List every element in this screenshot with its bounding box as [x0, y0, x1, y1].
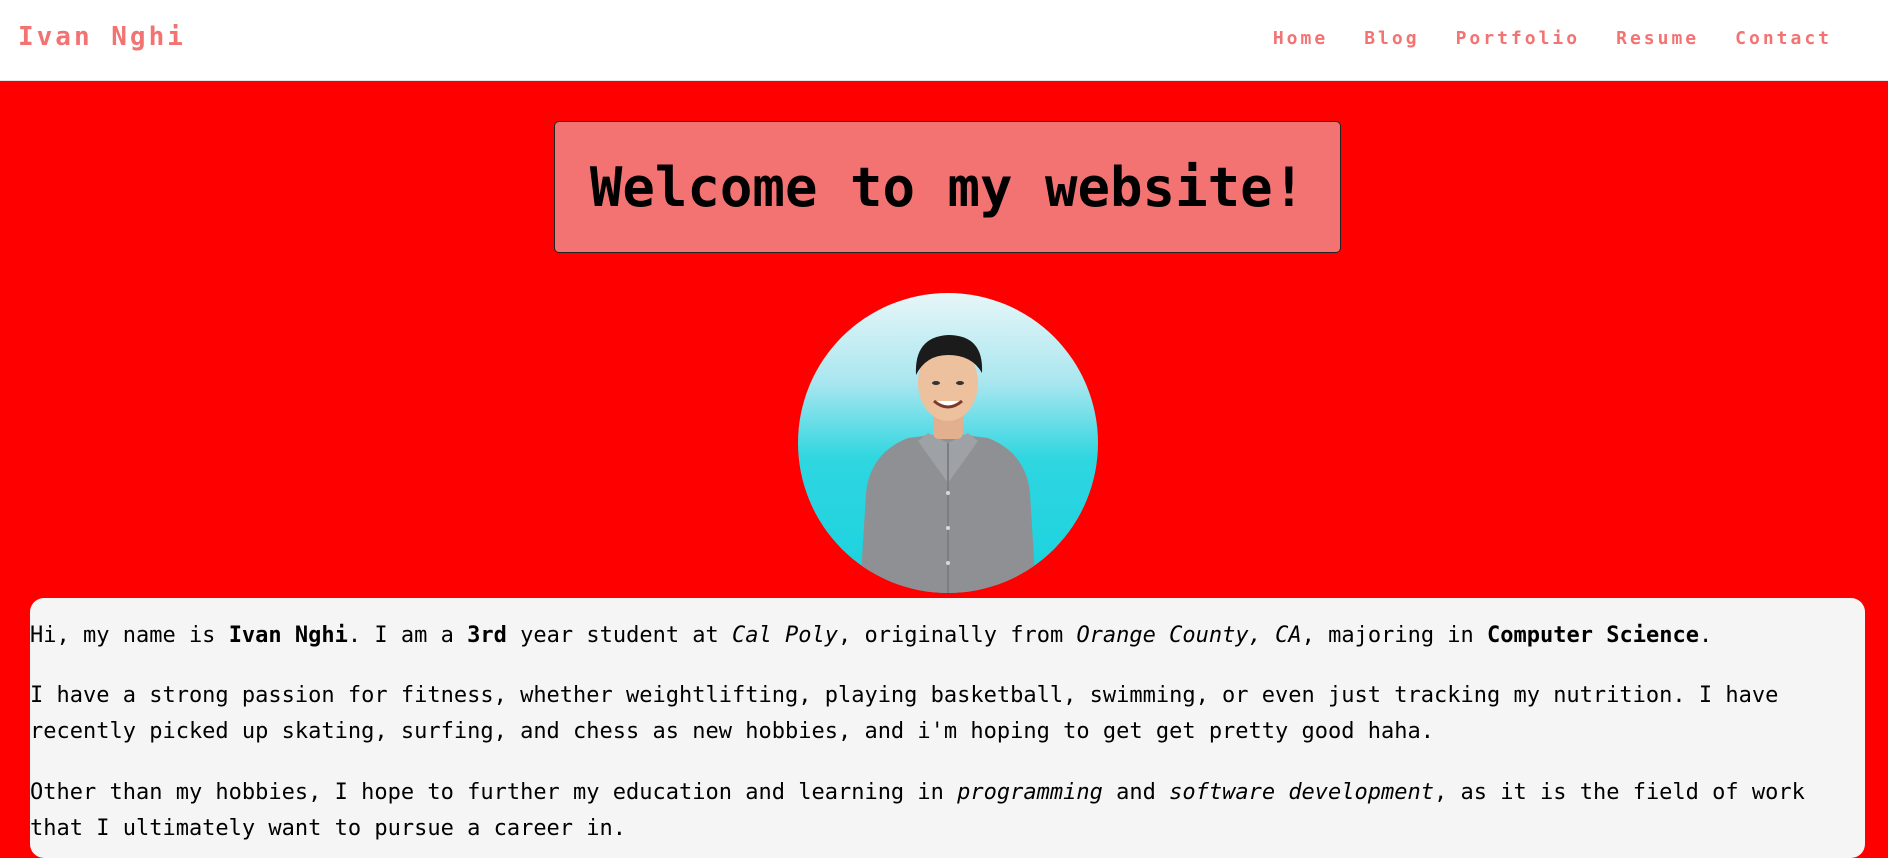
- welcome-banner: Welcome to my website!: [554, 121, 1341, 253]
- nav-contact-link[interactable]: Contact: [1735, 28, 1832, 49]
- intro-paragraph: Hi, my name is Ivan Nghi. I am a 3rd yea…: [30, 623, 1713, 648]
- profile-photo: [798, 293, 1098, 593]
- nav-blog-link[interactable]: Blog: [1364, 28, 1419, 49]
- top-navbar: Ivan Nghi Home Blog Portfolio Resume Con…: [0, 0, 1888, 81]
- page-title: Welcome to my website!: [589, 155, 1306, 219]
- profile-photo-illustration: [860, 335, 1036, 593]
- nav-portfolio-link[interactable]: Portfolio: [1456, 28, 1581, 49]
- name-text: Ivan Nghi: [228, 623, 348, 648]
- topic-software-development: software development: [1169, 780, 1435, 805]
- about-section: Hi, my name is Ivan Nghi. I am a 3rd yea…: [30, 598, 1865, 858]
- nav-resume-link[interactable]: Resume: [1616, 28, 1699, 49]
- nav-links: Home Blog Portfolio Resume Contact: [1273, 28, 1832, 49]
- school-text: Cal Poly: [732, 623, 839, 648]
- hometown-text: Orange County, CA: [1076, 623, 1302, 648]
- major-text: Computer Science: [1487, 623, 1699, 648]
- topic-programming: programming: [957, 780, 1103, 805]
- year-text: 3rd: [467, 623, 507, 648]
- brand-link[interactable]: Ivan Nghi: [18, 22, 186, 52]
- nav-home-link[interactable]: Home: [1273, 28, 1328, 49]
- goals-paragraph: Other than my hobbies, I hope to further…: [30, 780, 1805, 841]
- hobbies-paragraph: I have a strong passion for fitness, whe…: [30, 683, 1779, 744]
